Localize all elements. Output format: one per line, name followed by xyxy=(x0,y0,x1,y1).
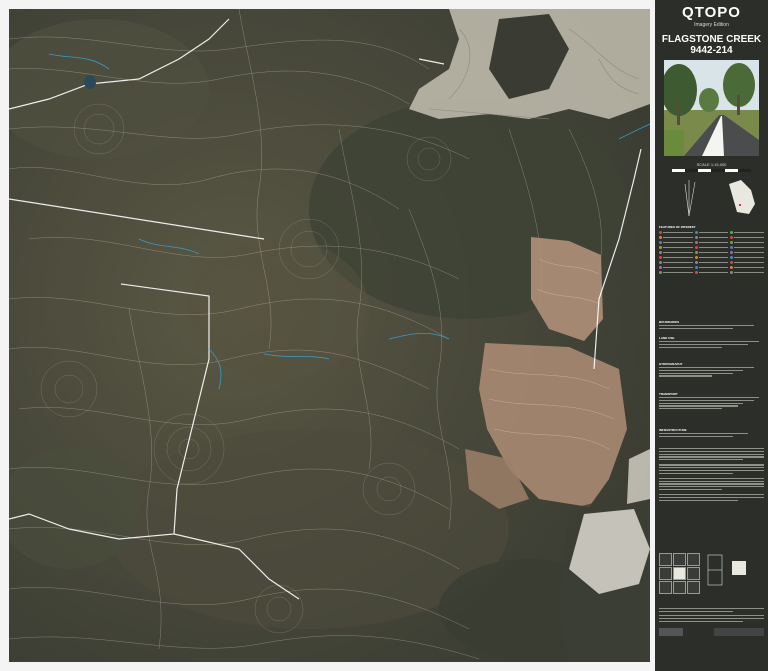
legend-heading: LAND USE xyxy=(659,336,675,340)
legend-infrastructure: INFRASTRUCTURE xyxy=(659,428,764,439)
edition-subtitle: Imagery Edition xyxy=(694,22,729,28)
queensland-locator-map xyxy=(729,180,755,214)
legend-heading: INFRASTRUCTURE xyxy=(659,428,687,432)
map-frame xyxy=(0,0,655,671)
sheet-number: 9442-214 xyxy=(690,45,733,56)
legend-heading: FEATURES OF INTEREST xyxy=(659,225,696,229)
brand-title: QTOPO xyxy=(682,4,741,21)
crest-logo xyxy=(659,627,683,636)
footer-text xyxy=(659,608,764,636)
north-diagram xyxy=(659,168,764,223)
notes-text xyxy=(659,448,764,503)
map-info-panel: QTOPO Imagery Edition FLAGSTONE CREEK 94… xyxy=(655,0,768,671)
legend-hydrography: HYDROGRAPHY xyxy=(659,362,764,378)
adjoining-sheets-index xyxy=(659,553,764,594)
department-logo xyxy=(714,627,764,636)
dam-water xyxy=(84,75,96,89)
legend-heading: BOUNDARIES xyxy=(659,320,680,324)
legend-heading: TRANSPORT xyxy=(659,392,678,396)
legend-features: FEATURES OF INTEREST xyxy=(659,225,764,274)
scale-label: SCALE 1:15,000 xyxy=(696,162,727,167)
legend-transport: TRANSPORT xyxy=(659,392,764,411)
legend-heading: HYDROGRAPHY xyxy=(659,362,683,366)
sheet-name: FLAGSTONE CREEK xyxy=(661,34,762,45)
legend-land-use: LAND USE xyxy=(659,336,764,349)
map-canvas xyxy=(9,9,650,662)
qr-code xyxy=(732,561,746,575)
cover-photo xyxy=(664,60,759,156)
legend-boundaries: BOUNDARIES xyxy=(659,320,764,331)
sheet-layout-icon xyxy=(707,554,723,586)
imagery-map[interactable] xyxy=(9,9,650,662)
